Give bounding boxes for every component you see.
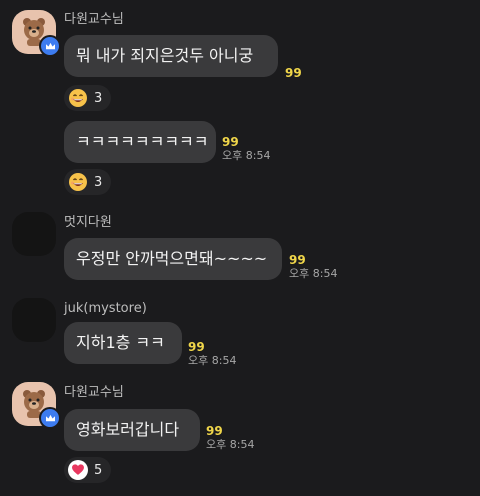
message-meta: 99 (285, 66, 302, 80)
reaction-count: 5 (94, 462, 103, 478)
message-bubble[interactable]: 뭐 내가 죄지은것두 아니궁 (64, 35, 278, 77)
reaction-count: 3 (94, 174, 103, 190)
profile-avatar[interactable] (12, 212, 56, 256)
unread-count: 99 (188, 340, 205, 354)
message-bubble[interactable]: ㅋㅋㅋㅋㅋㅋㅋㅋㅋ (64, 121, 216, 163)
message-time: 오후 8:54 (188, 354, 237, 367)
heart-icon (72, 464, 84, 475)
reaction-chip[interactable]: 3 (64, 85, 112, 111)
sender-name: juk(mystore) (64, 301, 147, 316)
chat-room: 다원교수님 뭐 내가 죄지은것두 아니궁 99 3 ㅋㅋㅋㅋㅋㅋㅋㅋㅋ 99 오… (0, 0, 480, 496)
message-time: 오후 8:54 (289, 267, 338, 280)
message-bubble[interactable]: 지하1층 ㅋㅋ (64, 322, 182, 364)
sender-name: 멋지다원 (64, 215, 112, 230)
reaction-count: 3 (94, 90, 103, 106)
message-bubble[interactable]: 우정만 안까먹으면돼~~~~ (64, 238, 282, 280)
crown-icon (45, 42, 55, 49)
message-bubble[interactable]: 영화보러갑니다 (64, 409, 200, 451)
message-meta: 99 오후 8:54 (188, 340, 236, 368)
unread-count: 99 (289, 253, 306, 267)
reaction-chip[interactable]: 5 (64, 457, 112, 483)
message-time: 오후 8:54 (222, 149, 271, 162)
heart-reaction (68, 460, 88, 480)
reaction-chip[interactable]: 3 (64, 169, 112, 195)
crown-icon (45, 414, 55, 421)
grinning-face-icon (69, 89, 87, 107)
crown-badge (39, 35, 61, 57)
crown-badge (39, 407, 61, 429)
unread-count: 99 (222, 135, 239, 149)
sender-name: 다원교수님 (64, 12, 124, 27)
unread-count: 99 (285, 66, 302, 80)
profile-avatar[interactable] (12, 298, 56, 342)
message-meta: 99 오후 8:54 (289, 253, 337, 281)
profile-avatar[interactable] (12, 10, 61, 57)
grinning-face-icon (69, 173, 87, 191)
unread-count: 99 (206, 424, 223, 438)
message-meta: 99 오후 8:54 (206, 424, 254, 452)
message-meta: 99 오후 8:54 (222, 135, 270, 163)
profile-avatar[interactable] (12, 382, 61, 429)
message-time: 오후 8:54 (206, 438, 255, 451)
sender-name: 다원교수님 (64, 385, 124, 400)
